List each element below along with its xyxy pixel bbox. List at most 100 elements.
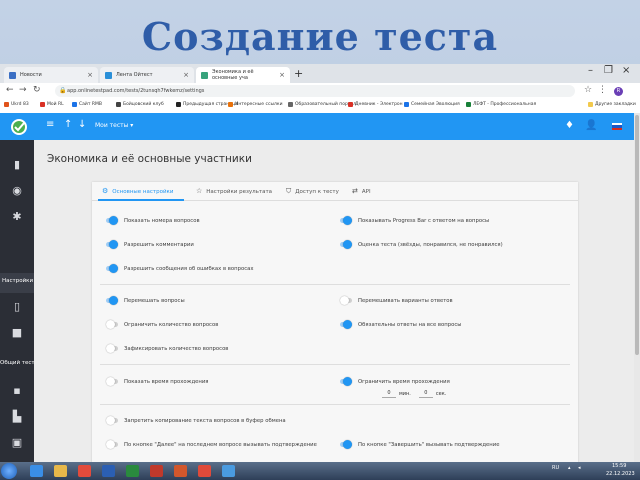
reload-icon[interactable]: ↻ [33, 85, 41, 95]
toggle-switch[interactable] [106, 416, 118, 425]
tab-favicon-icon [9, 71, 16, 79]
toggle-switch[interactable] [106, 377, 118, 386]
option-allow-error-report[interactable]: Разрешить сообщения об ошибках в вопроса… [106, 264, 254, 273]
bookmark-item[interactable]: Бойцовский клуб [116, 102, 164, 107]
tab-basic-settings[interactable]: ⚙ Основные настройки [98, 187, 184, 201]
option-rate-test[interactable]: Оценка теста (звёзды, понравился, не пон… [340, 240, 503, 249]
sidebar-item-tools[interactable]: ✱ [0, 210, 34, 223]
profile-avatar[interactable]: R [614, 87, 623, 96]
option-fixed-count[interactable]: Зафиксировать количество вопросов [106, 344, 228, 353]
url-bar[interactable]: 🔒 app.onlinetestpad.com/tests/2tunsqh7fw… [55, 85, 575, 97]
tab-access[interactable]: ⛉ Доступ к тесту [286, 187, 339, 196]
sidebar-item-file[interactable]: ▯ [0, 300, 34, 313]
browser-tab-2[interactable]: Лента Ойтест × [100, 67, 194, 83]
taskbar-excel-icon[interactable] [126, 465, 139, 477]
toggle-switch[interactable] [340, 320, 352, 329]
clock-time[interactable]: 15:59 [612, 463, 626, 469]
option-limit-questions[interactable]: Ограничить количество вопросов [106, 320, 218, 329]
option-shuffle-questions[interactable]: Перемешать вопросы [106, 296, 185, 305]
sidebar-item-settings[interactable]: Настройки [2, 278, 33, 284]
new-tab-button[interactable]: + [294, 68, 303, 80]
taskbar-word-icon[interactable] [102, 465, 115, 477]
sidebar-item-questions[interactable]: ▮ [0, 158, 34, 171]
taskbar-ie-icon[interactable] [30, 465, 43, 477]
window-close-icon[interactable]: × [622, 65, 630, 76]
option-next-confirm[interactable]: По кнопке "Далее" на последнем вопросе в… [106, 440, 317, 449]
app-logo-icon[interactable] [9, 116, 29, 137]
user-icon[interactable]: 👤 [585, 120, 597, 131]
option-require-all-answers[interactable]: Обязательны ответы на все вопросы [340, 320, 461, 329]
option-show-progress[interactable]: Показывать Progress Bar с ответом на воп… [340, 216, 489, 225]
toggle-switch[interactable] [106, 264, 118, 273]
sidebar-item-stats[interactable]: ▪ [0, 384, 34, 397]
toggle-switch[interactable] [106, 320, 118, 329]
close-icon[interactable]: × [279, 71, 285, 79]
extension-icon[interactable]: ⋮ [598, 85, 607, 95]
sidebar-item-images[interactable]: ▣ [0, 436, 34, 449]
toggle-switch[interactable] [106, 296, 118, 305]
main-content: Экономика и её основные участники ⚙ Основ… [34, 140, 634, 462]
option-forbid-copy[interactable]: Запретить копирование текста вопросов в … [106, 416, 286, 425]
menu-icon[interactable]: ≡ [46, 119, 54, 130]
bookmark-item[interactable]: Мой RL [40, 102, 64, 107]
taskbar-filezilla-icon[interactable] [150, 465, 163, 477]
taskbar-explorer-icon[interactable] [54, 465, 67, 477]
seconds-input[interactable]: 0 [418, 390, 433, 398]
taskbar-powerpoint-icon[interactable] [174, 465, 187, 477]
language-flag-icon[interactable] [612, 123, 622, 130]
bookmark-item[interactable]: Другие закладки [588, 102, 636, 107]
toggle-switch[interactable] [340, 240, 352, 249]
bookmark-item[interactable]: Ukrd 83 [4, 102, 29, 107]
taskbar-app-icon[interactable] [222, 465, 235, 477]
tab-api[interactable]: ⇄ API [352, 187, 371, 195]
language-indicator[interactable]: RU [552, 465, 559, 471]
bookmark-item[interactable]: Образовательный портал [288, 102, 356, 107]
close-icon[interactable]: × [87, 71, 93, 79]
sidebar-item-info[interactable]: ■ [0, 326, 34, 339]
option-show-question-numbers[interactable]: Показать номера вопросов [106, 216, 200, 225]
browser-tab-3[interactable]: Экономика и её основные уча × [196, 67, 290, 83]
bookmark-item[interactable]: ЛЕФТ - Профессиональная [466, 102, 536, 107]
sidebar-item-appearance[interactable]: ◉ [0, 184, 34, 197]
option-limit-time[interactable]: Ограничить время прохождения [340, 377, 450, 386]
tab-result-settings[interactable]: ☆ Настройки результата [196, 187, 272, 195]
page-scrollbar[interactable] [634, 113, 640, 462]
bookmark-item[interactable]: Дневник - Электрон [348, 102, 403, 107]
sidebar-item-groups[interactable]: ▙ [0, 410, 34, 423]
toggle-switch[interactable] [106, 344, 118, 353]
minimize-icon[interactable]: – [588, 65, 593, 76]
forward-icon[interactable]: → [19, 85, 27, 95]
bell-icon[interactable]: ♦ [565, 120, 574, 131]
toggle-switch[interactable] [106, 440, 118, 449]
toggle-switch[interactable] [340, 440, 352, 449]
taskbar-chrome-icon[interactable] [78, 465, 91, 477]
close-icon[interactable]: × [183, 71, 189, 79]
volume-icon[interactable]: ◂ [578, 465, 581, 471]
taskbar-yandex-icon[interactable] [198, 465, 211, 477]
upload-icon[interactable]: ↑ [64, 119, 72, 130]
option-show-time[interactable]: Показать время прохождения [106, 377, 208, 386]
toggle-switch[interactable] [106, 240, 118, 249]
bookmark-item[interactable]: Сайт RMB [72, 102, 102, 107]
option-finish-confirm[interactable]: По кнопке "Завершить" вызывать подтвержд… [340, 440, 499, 449]
clock-date[interactable]: 22.12.2023 [606, 471, 635, 477]
star-icon[interactable]: ☆ [584, 85, 592, 95]
bookmark-item[interactable]: Интересные ссылки [228, 102, 283, 107]
bookmark-item[interactable]: Семейная Эволюция [404, 102, 460, 107]
toggle-switch[interactable] [340, 296, 352, 305]
toggle-switch[interactable] [340, 377, 352, 386]
option-allow-comments[interactable]: Разрешить комментарии [106, 240, 194, 249]
download-icon[interactable]: ↓ [78, 119, 86, 130]
browser-tab-1[interactable]: Новости × [4, 67, 98, 83]
scrollbar-thumb[interactable] [635, 115, 639, 355]
my-tests-menu[interactable]: Мои тесты ▾ [95, 122, 133, 129]
toggle-switch[interactable] [106, 216, 118, 225]
toggle-switch[interactable] [340, 216, 352, 225]
option-label: Перемешать вопросы [124, 297, 185, 304]
maximize-icon[interactable]: ❐ [604, 65, 613, 76]
minutes-input[interactable]: 0 [382, 390, 396, 398]
start-button[interactable] [1, 463, 17, 479]
back-icon[interactable]: ← [6, 85, 14, 95]
option-shuffle-answers[interactable]: Перемешивать варианты ответов [340, 296, 453, 305]
network-icon[interactable]: ▴ [568, 465, 571, 471]
